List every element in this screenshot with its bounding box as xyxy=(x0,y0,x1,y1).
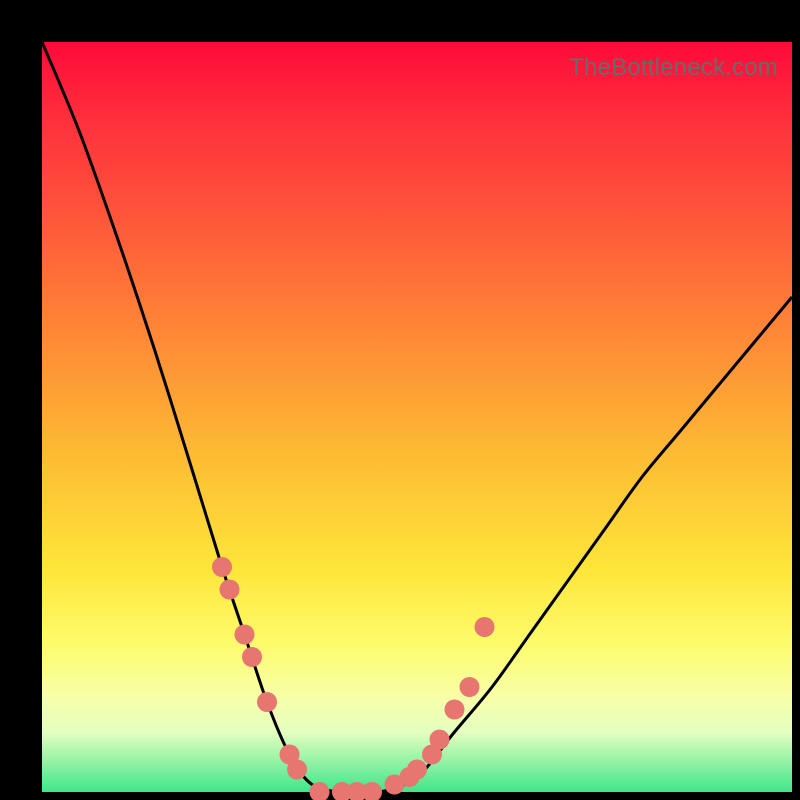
marker-group xyxy=(212,557,495,800)
data-marker xyxy=(475,617,495,637)
bottleneck-curve xyxy=(42,42,792,793)
data-marker xyxy=(445,700,465,720)
data-marker xyxy=(362,782,382,800)
data-marker xyxy=(460,677,480,697)
data-marker xyxy=(212,557,232,577)
chart-svg xyxy=(42,42,792,792)
watermark-text: TheBottleneck.com xyxy=(569,54,778,82)
data-marker xyxy=(242,647,262,667)
data-marker xyxy=(407,760,427,780)
data-marker xyxy=(287,760,307,780)
plot-area: TheBottleneck.com xyxy=(42,42,792,792)
data-marker xyxy=(235,625,255,645)
chart-frame: TheBottleneck.com xyxy=(0,0,800,800)
data-marker xyxy=(430,730,450,750)
data-marker xyxy=(220,580,240,600)
data-marker xyxy=(257,692,277,712)
